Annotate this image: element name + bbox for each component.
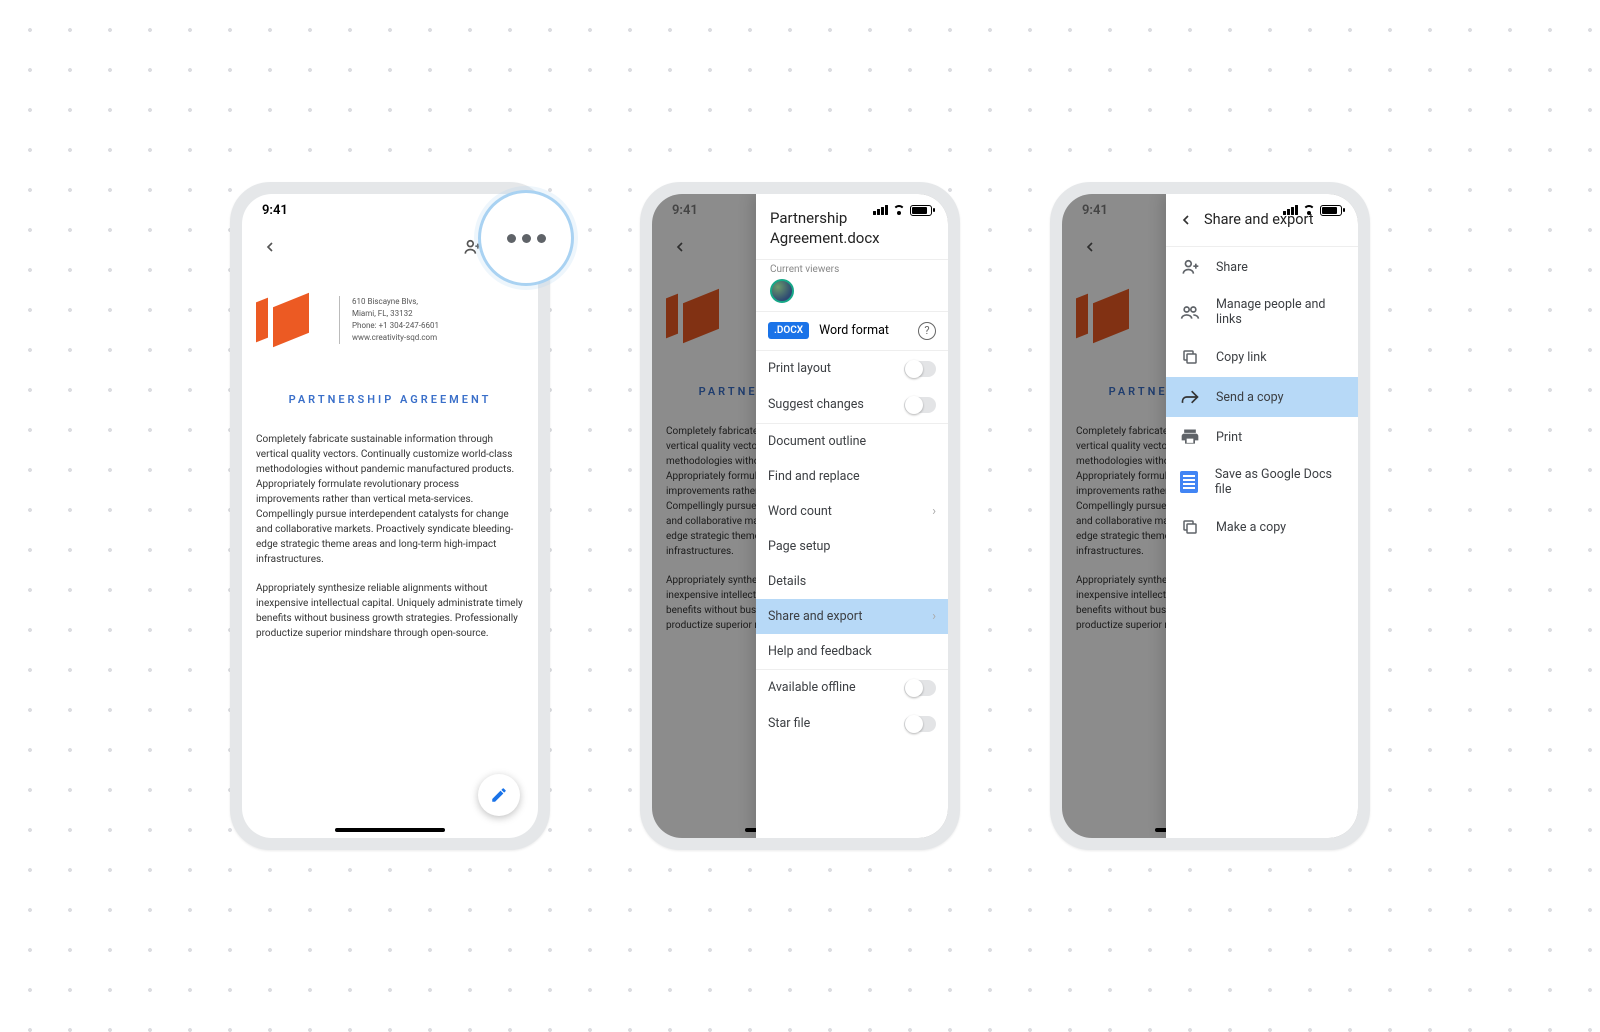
print-icon [1180,427,1200,447]
menu-label: Page setup [768,539,830,554]
menu-print-layout[interactable]: Print layout [756,351,948,387]
menu-label: Find and replace [768,469,860,484]
share-item-share[interactable]: Share [1166,247,1358,287]
menu-star-file[interactable]: Star file [756,706,948,742]
share-item-makecopy[interactable]: Make a copy [1166,507,1358,547]
document-body: 610 Biscayne Blvs, Miami, FL, 33132 Phon… [242,268,538,641]
more-dot-icon [522,234,531,243]
menu-label: Print layout [768,361,831,376]
document-title: PARTNERSHIP AGREEMENT [256,392,524,408]
share-label: Share [1216,260,1248,275]
share-label: Send a copy [1216,390,1284,405]
logo-icon [666,296,719,336]
menu-available-offline[interactable]: Available offline [756,670,948,706]
status-time: 9:41 [262,203,288,218]
copy-icon [1180,347,1200,367]
wifi-icon [892,205,906,215]
chevron-right-icon: › [932,504,936,519]
contact-block: 610 Biscayne Blvs, Miami, FL, 33132 Phon… [339,296,439,344]
menu-label: Share and export [768,609,862,624]
menu-label: Suggest changes [768,397,864,412]
toggle-off[interactable] [904,680,936,696]
logo-icon [256,300,309,340]
share-export-panel: Share and export Share Manage people and… [1166,194,1358,838]
share-label: Save as Google Docs file [1215,467,1344,497]
chevron-left-icon [262,239,278,255]
google-docs-icon [1180,472,1199,492]
battery-icon [1320,205,1342,216]
viewer-avatar[interactable] [770,279,794,303]
people-icon [1180,302,1200,322]
menu-label: Details [768,574,806,589]
menu-help-feedback[interactable]: Help and feedback [756,634,948,669]
share-label: Print [1216,430,1242,445]
toggle-off[interactable] [904,397,936,413]
format-row[interactable]: .DOCX Word format ? [756,312,948,351]
share-item-copylink[interactable]: Copy link [1166,337,1358,377]
logo-icon [1076,296,1129,336]
menu-find-replace[interactable]: Find and replace [756,459,948,494]
back-button[interactable] [666,233,694,261]
share-label: Copy link [1216,350,1267,365]
pencil-icon [490,786,508,804]
share-item-manage[interactable]: Manage people and links [1166,287,1358,337]
phone-frame-2: 9:41 PARTNERSHIP AGREEMENT Completely fa… [640,182,960,850]
back-button[interactable] [1076,233,1104,261]
menu-word-count[interactable]: Word count › [756,494,948,529]
back-button[interactable] [256,233,284,261]
menu-suggest-changes[interactable]: Suggest changes [756,387,948,423]
menu-share-export[interactable]: Share and export › [756,599,948,634]
share-label: Make a copy [1216,520,1286,535]
phone-line: Phone: +1 304-247-6601 [352,320,439,332]
current-viewers-section: Current viewers [756,259,948,312]
word-format-label: Word format [819,323,889,338]
menu-label: Star file [768,716,810,731]
menu-document-outline[interactable]: Document outline [756,424,948,459]
document-paragraph-1: Completely fabricate sustainable informa… [256,432,524,567]
share-item-saveas[interactable]: Save as Google Docs file [1166,457,1358,507]
more-dot-icon [507,234,516,243]
home-indicator [335,828,445,832]
chevron-left-icon [1082,239,1098,255]
chevron-left-icon [672,239,688,255]
website-line: www.creativity-sqd.com [352,332,439,344]
menu-details[interactable]: Details [756,564,948,599]
status-bar-overlay [652,194,948,226]
phone-frame-1: 9:41 610 Biscayne Blvs, [230,182,550,850]
toggle-off[interactable] [904,361,936,377]
wifi-icon [1302,205,1316,215]
phone-frame-3: 9:41 PARTNERSHIP AGREEMENT Completely fa… [1050,182,1370,850]
help-icon[interactable]: ? [918,322,936,340]
address-line-2: Miami, FL, 33132 [352,308,439,320]
share-item-sendcopy[interactable]: Send a copy [1166,377,1358,417]
person-add-icon [1180,257,1200,277]
docx-badge: .DOCX [768,322,809,339]
current-viewers-label: Current viewers [770,264,934,275]
cellular-icon [873,205,888,215]
edit-fab[interactable] [478,774,520,816]
share-item-print[interactable]: Print [1166,417,1358,457]
cellular-icon [1283,205,1298,215]
menu-label: Document outline [768,434,866,449]
chevron-right-icon: › [932,609,936,624]
menu-label: Available offline [768,680,856,695]
options-panel: Partnership Agreement.docx Current viewe… [756,194,948,838]
toggle-off[interactable] [904,716,936,732]
address-line-1: 610 Biscayne Blvs, [352,296,439,308]
more-dot-icon [537,234,546,243]
menu-label: Word count [768,504,832,519]
share-label: Manage people and links [1216,297,1344,327]
overflow-menu-highlight[interactable] [478,190,574,286]
menu-label: Help and feedback [768,644,872,659]
status-bar-overlay [1062,194,1358,226]
menu-page-setup[interactable]: Page setup [756,529,948,564]
document-letterhead: 610 Biscayne Blvs, Miami, FL, 33132 Phon… [256,286,524,358]
document-paragraph-2: Appropriately synthesize reliable alignm… [256,581,524,641]
battery-icon [910,205,932,216]
copy-icon [1180,517,1200,537]
share-arrow-icon [1180,387,1200,407]
